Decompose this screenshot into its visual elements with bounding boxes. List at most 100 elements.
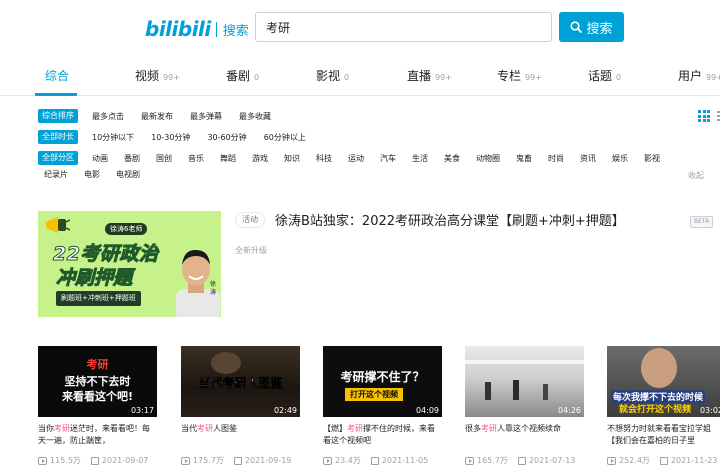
filter-most-clicks[interactable]: 最多点击: [92, 111, 124, 122]
logo-subtitle: 搜索: [222, 23, 249, 39]
banner-pill: 徐涛6老师: [105, 223, 148, 235]
calendar-icon: [90, 456, 99, 465]
featured-title[interactable]: 徐涛B站独家：2022考研政治高分课堂【刷题+冲刺+押题】: [275, 210, 625, 229]
zone-item[interactable]: 资讯: [580, 153, 596, 164]
play-count-icon: [323, 456, 332, 465]
zone-item[interactable]: 动画: [92, 153, 108, 164]
video-card[interactable]: 当代考研人图鉴 02:49 当代考研人图鉴 175.7万 2021-09-19: [181, 346, 300, 466]
title-text: 不想努力时就来看看宝拉学姐【我们会在嘉柏的日子里: [607, 424, 711, 445]
calendar-icon: [233, 456, 242, 465]
zone-item[interactable]: 电视剧: [116, 169, 140, 180]
filter-duration-30-60[interactable]: 30-60分钟: [207, 132, 246, 143]
video-thumbnail[interactable]: 考研撑不住了？ 打开这个视频 04:09: [323, 346, 442, 417]
video-card[interactable]: 考研撑不住了？ 打开这个视频 04:09 【燃】考研撑不住的时候，来看看这个视频…: [323, 346, 442, 466]
zone-item[interactable]: 科技: [316, 153, 332, 164]
filter-sort-all[interactable]: 综合排序: [38, 109, 78, 123]
filter-most-danmaku[interactable]: 最多弹幕: [190, 111, 222, 122]
title-text: 当代: [181, 424, 197, 433]
tab-video[interactable]: 视频 99+: [135, 67, 180, 84]
video-title[interactable]: 当代考研人图鉴: [181, 423, 300, 447]
tab-bangumi[interactable]: 番剧 0: [226, 67, 259, 84]
filter-duration-10-30[interactable]: 10-30分钟: [151, 132, 190, 143]
calendar-icon: [659, 456, 668, 465]
zone-item[interactable]: 影视: [644, 153, 660, 164]
filter-duration-all[interactable]: 全部时长: [38, 130, 78, 144]
tab-label: 直播: [407, 69, 432, 83]
zone-item[interactable]: 鬼畜: [516, 153, 532, 164]
video-thumbnail[interactable]: 考研 坚持不下去时 来看看这个吧! 03:17: [38, 346, 157, 417]
thumb-figure: [513, 380, 519, 400]
title-text: 人靠这个视频续命: [497, 424, 561, 433]
zone-item[interactable]: 音乐: [188, 153, 204, 164]
video-title[interactable]: 当你考研迷茫时，来看看吧！每天一遍，防止踹筐，: [38, 423, 157, 447]
video-meta: 165.7万 2021-07-13: [465, 455, 584, 466]
zone-item[interactable]: 游戏: [252, 153, 268, 164]
zone-item[interactable]: 电影: [84, 169, 100, 180]
thumb-face: [641, 348, 677, 388]
video-card[interactable]: 每次我撑不下去的时候 就会打开这个视频 03:02 不想努力时就来看看宝拉学姐【…: [607, 346, 720, 466]
zone-item[interactable]: 动物圈: [476, 153, 500, 164]
filter-most-favorites[interactable]: 最多收藏: [239, 111, 271, 122]
zone-item[interactable]: 知识: [284, 153, 300, 164]
zone-filter-row: 全部分区 动画 番剧 国创 音乐 舞蹈 游戏 知识 科技 运动 汽车 生活 美食…: [38, 151, 660, 165]
filter-duration-over-60[interactable]: 60分钟以上: [264, 132, 306, 143]
zone-item[interactable]: 汽车: [380, 153, 396, 164]
featured-banner-image[interactable]: 徐涛6老师 22考研政治 冲刷押题 刷题班+冲刺班+押题班 徐涛: [38, 211, 221, 317]
banner-heading-1: 22考研政治: [52, 243, 159, 266]
tab-movie[interactable]: 影视 0: [316, 67, 349, 84]
video-duration: 03:02: [699, 406, 720, 415]
featured-subtitle: 全新升级: [235, 246, 267, 255]
search-button[interactable]: 搜索: [559, 12, 624, 42]
tab-live[interactable]: 直播 99+: [407, 67, 452, 84]
collapse-filters-button[interactable]: 收起: [688, 170, 704, 181]
video-card[interactable]: 04:26 很多考研人靠这个视频续命 165.7万 2021-07-13: [465, 346, 584, 466]
search-button-label: 搜索: [586, 21, 613, 37]
title-keyword: 考研: [481, 424, 497, 433]
tab-topic[interactable]: 话题 0: [588, 67, 621, 84]
calendar-icon: [517, 456, 526, 465]
thumb-figure: [211, 352, 241, 374]
video-duration: 04:09: [415, 406, 439, 415]
filter-newest[interactable]: 最新发布: [141, 111, 173, 122]
video-thumbnail[interactable]: 每次我撑不下去的时候 就会打开这个视频 03:02: [607, 346, 720, 417]
tab-user[interactable]: 用户 99+: [678, 67, 720, 84]
video-title[interactable]: 很多考研人靠这个视频续命: [465, 423, 584, 447]
video-title[interactable]: 不想努力时就来看看宝拉学姐【我们会在嘉柏的日子里: [607, 423, 720, 447]
zone-item[interactable]: 生活: [412, 153, 428, 164]
zone-item[interactable]: 娱乐: [612, 153, 628, 164]
zone-item[interactable]: 纪录片: [44, 169, 68, 180]
filter-duration-under-10[interactable]: 10分钟以下: [92, 132, 134, 143]
tab-count: 99+: [435, 73, 452, 82]
title-text: 当你: [38, 424, 54, 433]
tab-count: 99+: [525, 73, 542, 82]
video-duration: 04:26: [557, 406, 581, 415]
video-card[interactable]: 考研 坚持不下去时 来看看这个吧! 03:17 当你考研迷茫时，来看看吧！每天一…: [38, 346, 157, 466]
video-thumbnail[interactable]: 当代考研人图鉴 02:49: [181, 346, 300, 417]
zone-item[interactable]: 国创: [156, 153, 172, 164]
zone-item[interactable]: 美食: [444, 153, 460, 164]
tab-count: 99+: [163, 73, 180, 82]
upload-date: 2021-11-23: [670, 456, 718, 465]
zone-item[interactable]: 番剧: [124, 153, 140, 164]
video-title[interactable]: 【燃】考研撑不住的时候，来看看这个视频吧: [323, 423, 442, 447]
tab-label: 番剧: [226, 69, 251, 83]
grid-view-icon[interactable]: [698, 110, 710, 122]
video-duration: 02:49: [273, 406, 297, 415]
title-text: 【燃】: [323, 424, 347, 433]
video-meta: 175.7万 2021-09-19: [181, 455, 300, 466]
bilibili-logo[interactable]: bilibili 搜索: [145, 17, 249, 41]
search-input[interactable]: 考研: [255, 12, 552, 42]
play-count: 23.4万: [335, 456, 361, 465]
zone-item[interactable]: 时尚: [548, 153, 564, 164]
zone-item[interactable]: 舞蹈: [220, 153, 236, 164]
tab-count: 99+: [706, 73, 720, 82]
tab-all[interactable]: 综合: [45, 67, 69, 84]
play-count-icon: [181, 456, 190, 465]
play-count: 115.5万: [50, 456, 81, 465]
tab-article[interactable]: 专栏 99+: [497, 67, 542, 84]
video-thumbnail[interactable]: 04:26: [465, 346, 584, 417]
zone-item[interactable]: 运动: [348, 153, 364, 164]
filter-zone-all[interactable]: 全部分区: [38, 151, 78, 165]
view-switcher: [698, 110, 720, 123]
tab-count: 0: [254, 73, 260, 82]
